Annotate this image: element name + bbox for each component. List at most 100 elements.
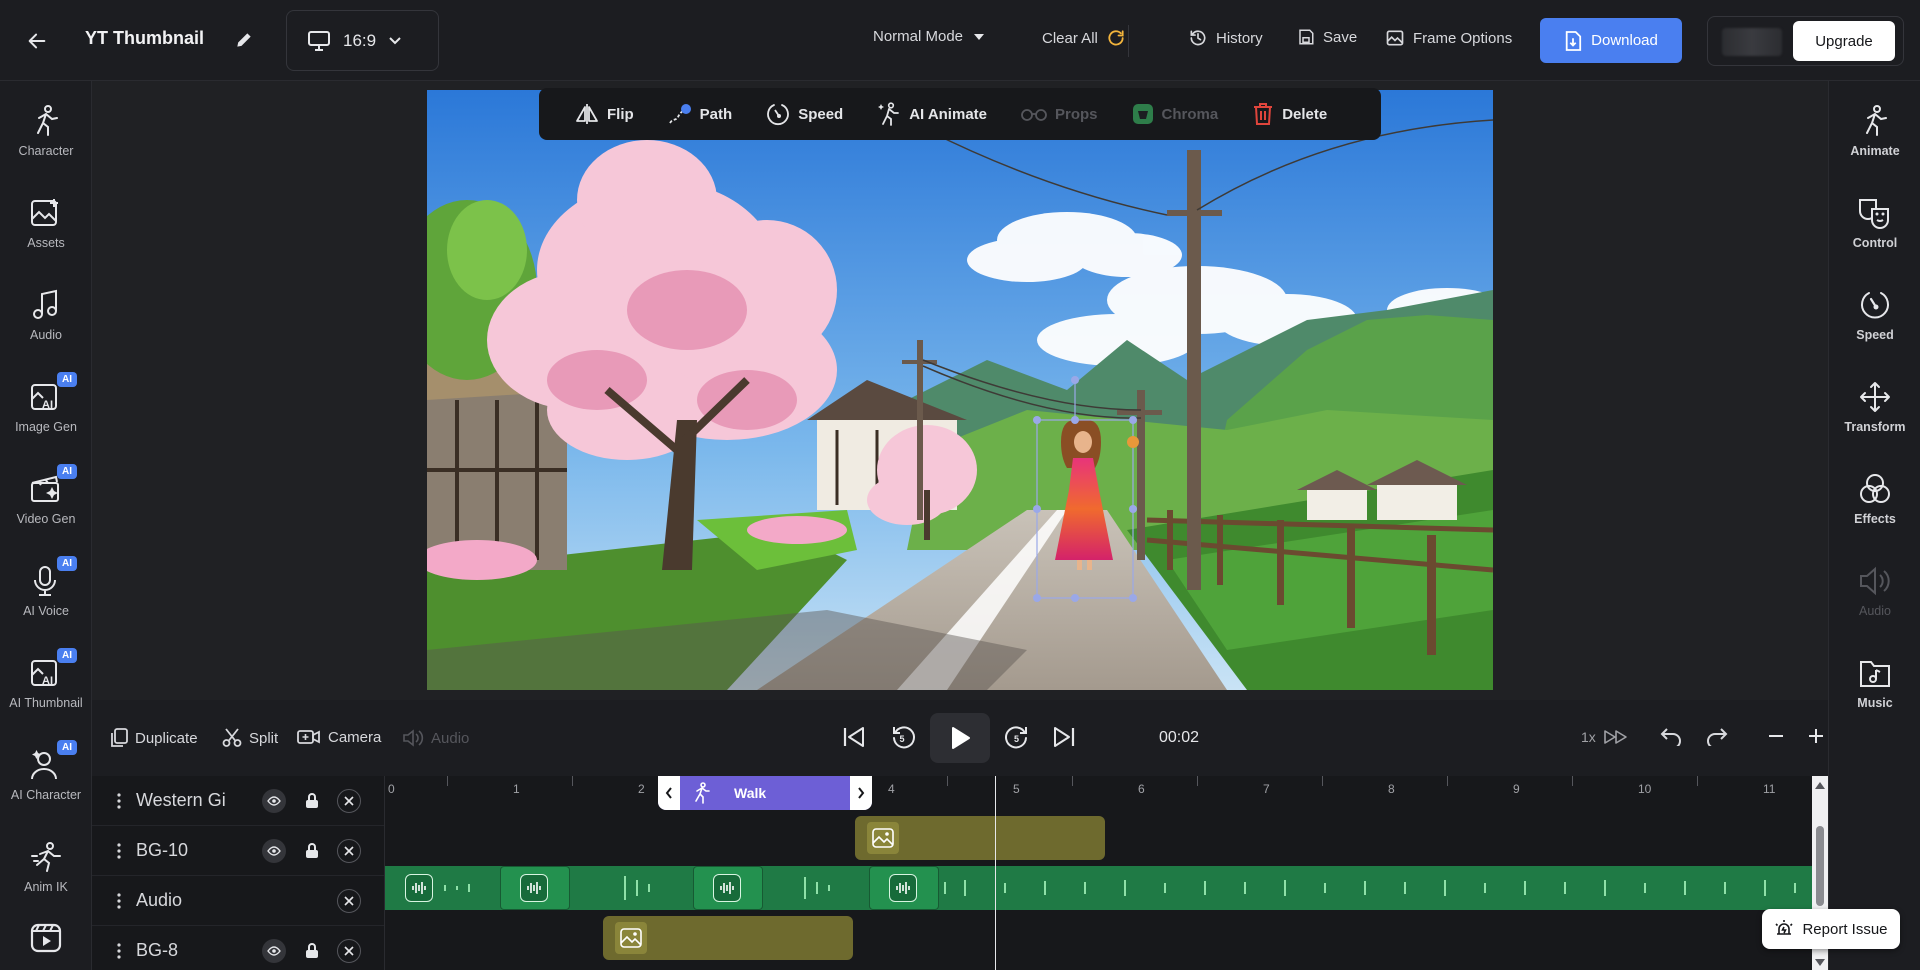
path-button[interactable]: Path [668,103,733,125]
rewind-5-button[interactable]: 5 [890,724,916,750]
sidebar-item-ai-voice[interactable]: AI AI Voice [0,549,92,633]
sidebar-item-ai-thumbnail[interactable]: AI AI AI Thumbnail [0,641,92,725]
panel-transform[interactable]: Transform [1829,365,1920,449]
aspect-ratio-dropdown[interactable]: 16:9 [286,10,439,71]
clip-trim-right[interactable] [850,776,872,810]
lock-toggle[interactable] [300,789,324,813]
track-header[interactable]: Western Gi [92,776,384,826]
clear-all-button[interactable]: Clear All [1042,28,1126,48]
split-button[interactable]: Split [222,728,278,748]
sidebar-item-ai-character[interactable]: AI AI Character [0,733,92,817]
panel-effects[interactable]: Effects [1829,457,1920,541]
audio-clip-icon[interactable] [889,874,917,902]
sidebar-item-anim-ik[interactable]: Anim IK [0,825,92,909]
close-icon [344,946,354,956]
remove-track-button[interactable] [337,789,361,813]
drag-handle-icon[interactable] [112,842,126,859]
canvas-stage [92,81,1828,700]
audio-clip-icon[interactable] [713,874,741,902]
duplicate-button[interactable]: Duplicate [110,728,198,748]
ai-badge: AI [57,372,77,387]
panel-label: Audio [1859,604,1891,618]
lock-toggle[interactable] [300,939,324,963]
clip-trim-left[interactable] [658,776,680,810]
edit-title-button[interactable] [230,26,258,54]
visibility-toggle[interactable] [262,789,286,813]
forward-5-button[interactable]: 5 [1004,724,1030,750]
sidebar-label: AI Voice [23,604,69,618]
speaker-icon [403,729,424,747]
lock-icon [306,843,318,858]
caret-down-icon [974,33,985,40]
svg-text:AI: AI [42,399,53,411]
avatar[interactable] [1722,28,1782,56]
remove-track-button[interactable] [337,939,361,963]
zoom-out-button[interactable] [1768,734,1784,738]
lock-toggle[interactable] [300,839,324,863]
timeline-lanes[interactable]: 0 1 2 3 4 5 6 7 8 9 10 11 Walk [384,776,1814,970]
eye-icon [267,946,281,956]
camera-button[interactable]: Camera [297,728,381,746]
playback-rate-button[interactable]: 1x [1581,729,1629,745]
chroma-label: Chroma [1161,105,1219,123]
playhead[interactable] [995,776,996,970]
zoom-in-button[interactable] [1808,728,1824,744]
sparkle-figure-icon [878,102,900,126]
panel-speed[interactable]: Speed [1829,273,1920,357]
flip-button[interactable]: Flip [575,103,634,125]
visibility-toggle[interactable] [262,939,286,963]
visibility-toggle[interactable] [262,839,286,863]
audio-control-label: Audio [431,729,470,747]
save-button[interactable]: Save [1297,28,1357,46]
delete-button[interactable]: Delete [1252,102,1327,126]
aspect-ratio-value: 16:9 [343,30,377,50]
remove-track-button[interactable] [337,889,361,913]
sidebar-item-image-gen[interactable]: AI AI Image Gen [0,365,92,449]
ai-animate-button[interactable]: AI Animate [877,102,987,126]
track-name: BG-8 [136,940,179,960]
path-label: Path [699,105,733,123]
skip-end-button[interactable] [1052,726,1076,748]
bg-10-clip[interactable] [855,816,1105,860]
speed-button[interactable]: Speed [766,102,843,126]
drag-handle-icon[interactable] [112,792,126,809]
undo-button[interactable] [1660,726,1682,746]
track-name: Western Gi [136,790,226,810]
alarm-icon [1775,920,1794,935]
eye-icon [267,846,281,856]
download-button[interactable]: Download [1540,18,1682,63]
walk-clip[interactable]: Walk [658,776,872,810]
play-button[interactable] [930,713,990,763]
sidebar-item-more[interactable] [0,907,92,967]
panel-music[interactable]: Music [1829,641,1920,725]
panel-animate[interactable]: Animate [1829,89,1920,173]
audio-track-lane[interactable] [385,866,1814,910]
sidebar-label: Image Gen [15,420,77,434]
redo-button[interactable] [1706,726,1728,746]
drag-handle-icon[interactable] [112,892,126,909]
sidebar-item-video-gen[interactable]: AI Video Gen [0,457,92,541]
track-header[interactable]: BG-8 [92,926,384,970]
panel-label: Music [1857,696,1893,710]
audio-clip-icon[interactable] [520,874,548,902]
sidebar-item-assets[interactable]: Assets [0,181,92,265]
mode-dropdown[interactable]: Normal Mode [873,28,985,45]
sidebar-item-character[interactable]: Character [0,89,92,173]
remove-track-button[interactable] [337,839,361,863]
drag-handle-icon[interactable] [112,942,126,959]
report-issue-button[interactable]: Report Issue [1762,909,1900,949]
track-header[interactable]: Audio [92,876,384,926]
skip-start-button[interactable] [842,726,866,748]
duplicate-label: Duplicate [135,729,198,747]
upgrade-button[interactable]: Upgrade [1793,21,1895,61]
audio-clip-icon[interactable] [405,874,433,902]
lock-icon [306,943,318,958]
sidebar-item-audio[interactable]: Audio [0,273,92,357]
frame-options-button[interactable]: Frame Options [1385,28,1512,48]
panel-control[interactable]: Control [1829,181,1920,265]
bg-8-clip[interactable] [603,916,853,960]
history-button[interactable]: History [1188,28,1263,48]
track-header[interactable]: BG-10 [92,826,384,876]
scene-canvas[interactable] [427,90,1493,690]
back-button[interactable] [22,26,52,56]
